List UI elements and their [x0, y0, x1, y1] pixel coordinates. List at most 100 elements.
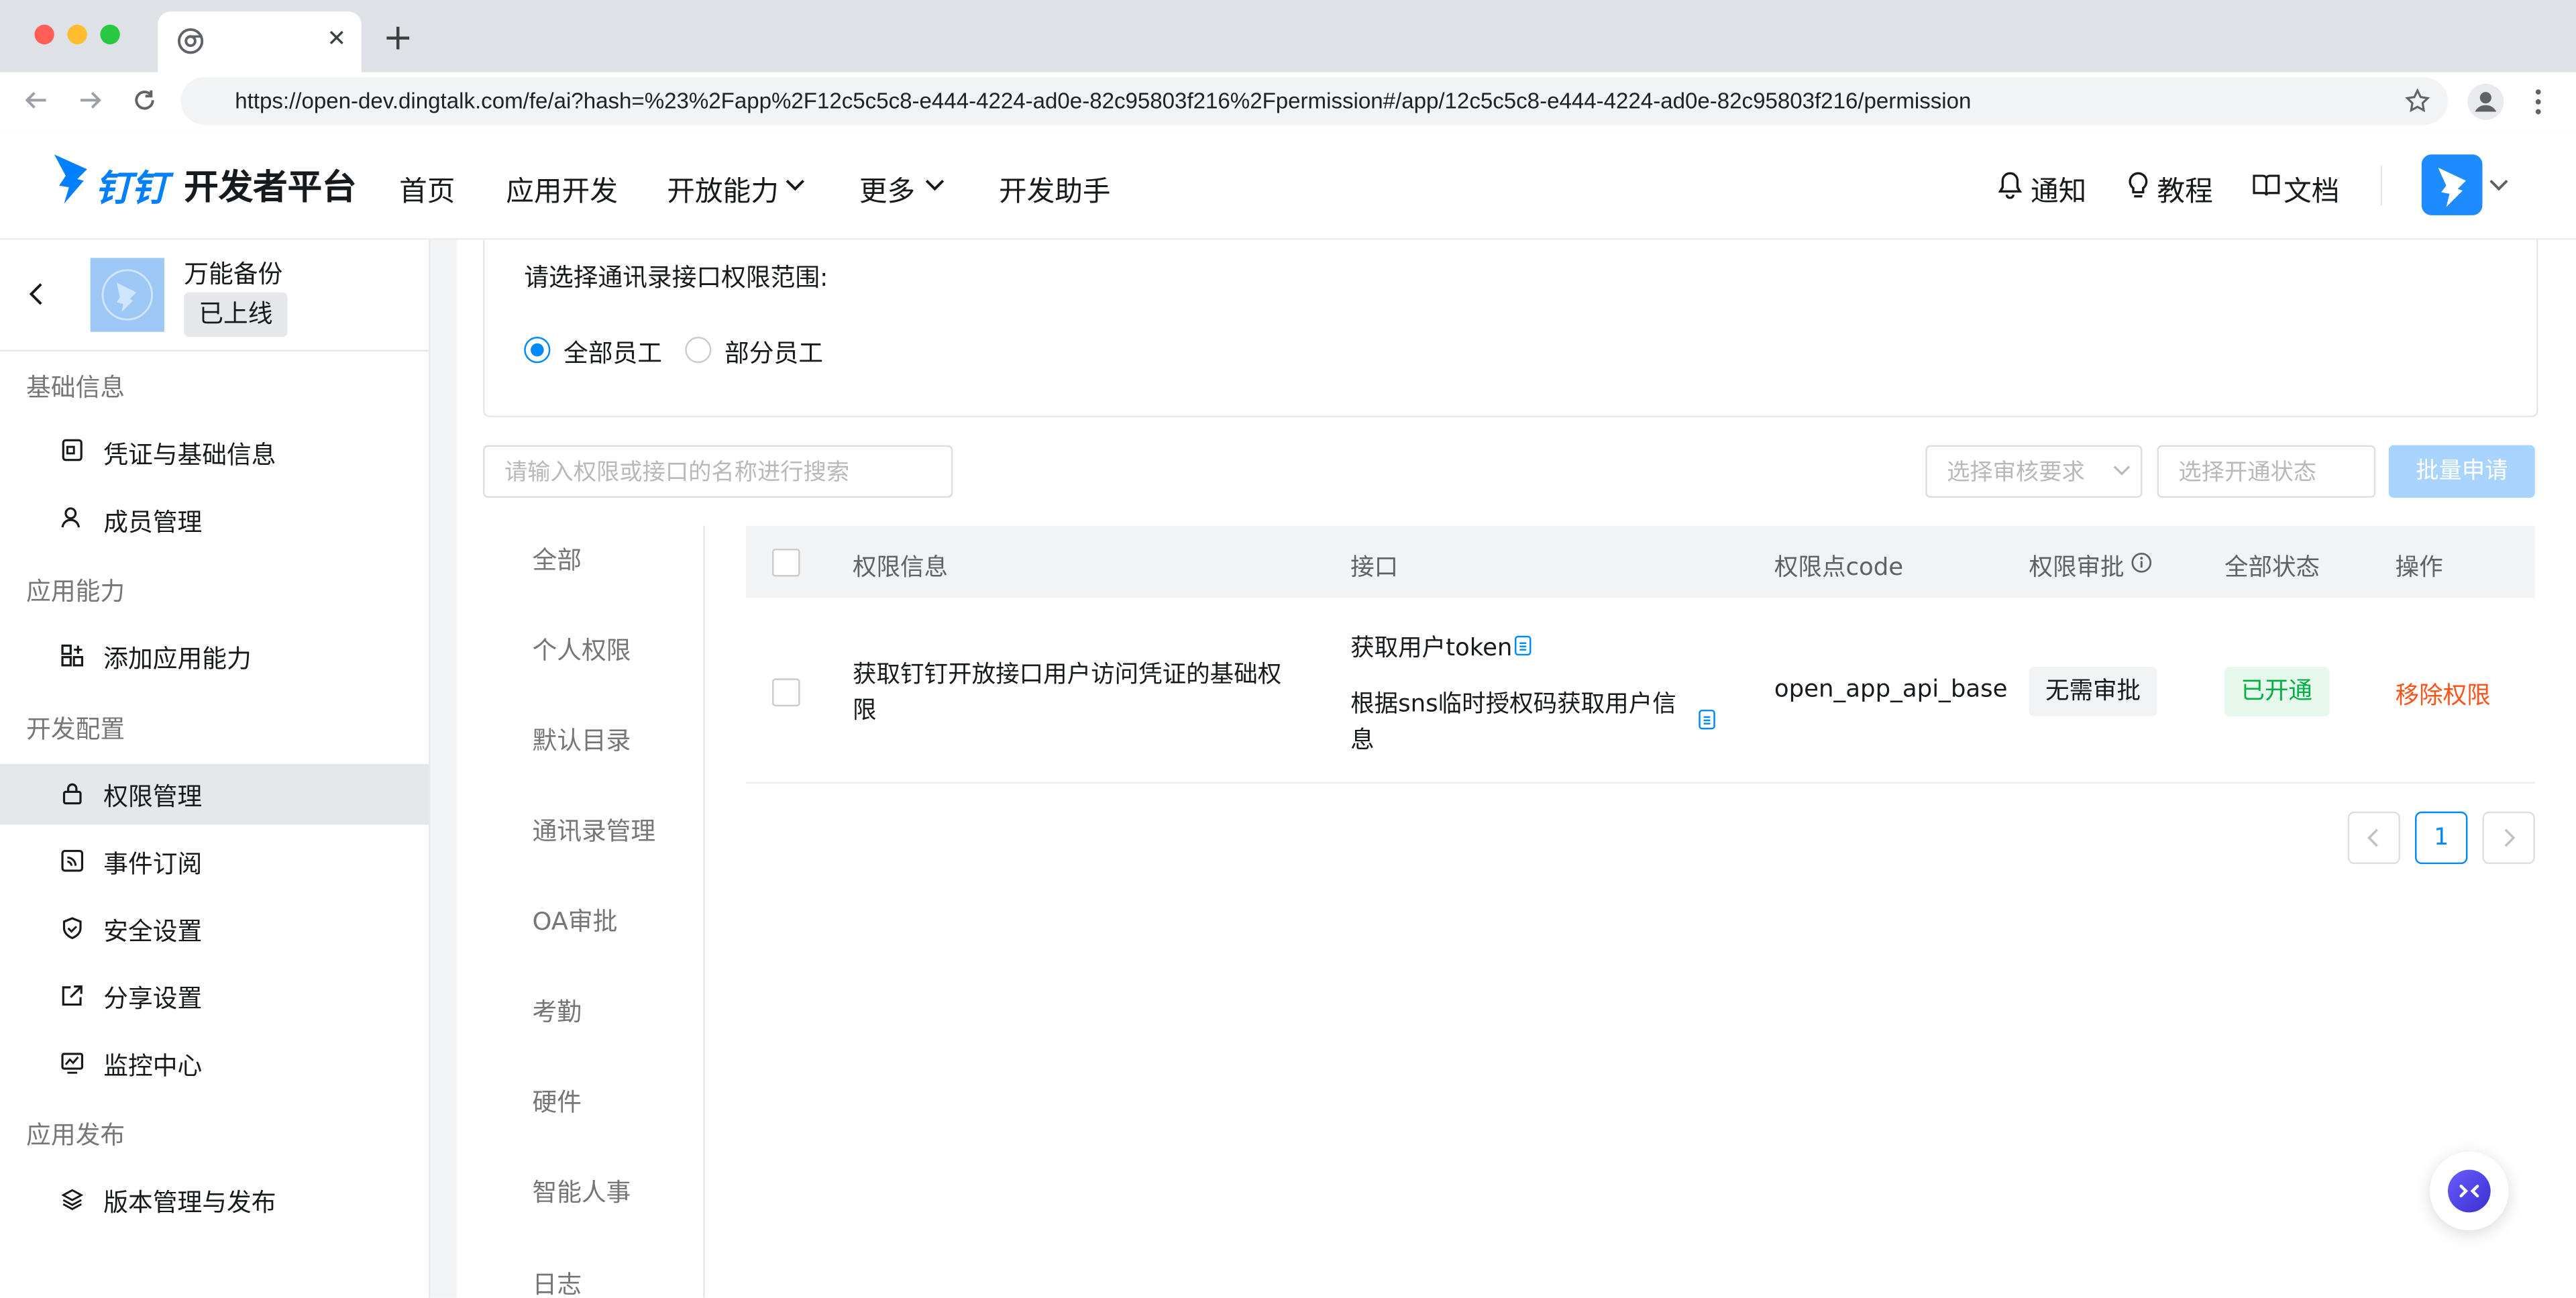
- chevron-down-icon: [2113, 466, 2131, 476]
- back-arrow-icon[interactable]: [23, 87, 49, 113]
- category-contacts[interactable]: 通讯录管理: [532, 813, 655, 847]
- sidebar-item-permissions[interactable]: 权限管理: [103, 779, 202, 813]
- book-icon: [2253, 174, 2280, 196]
- sidebar-divider: [0, 349, 429, 352]
- nav-app-dev[interactable]: 应用开发: [506, 168, 618, 209]
- select-all-checkbox[interactable]: [772, 548, 800, 577]
- sidebar-item-add-capability[interactable]: 添加应用能力: [103, 641, 251, 675]
- sidebar-item-share[interactable]: 分享设置: [103, 981, 202, 1015]
- api-link-token[interactable]: 获取用户token: [1350, 629, 1512, 663]
- column-header-action: 操作: [2395, 555, 2443, 582]
- search-input[interactable]: 请输入权限或接口的名称进行搜索: [483, 445, 953, 498]
- app-logo: [90, 258, 164, 332]
- audit-filter-select[interactable]: 选择审核要求: [1925, 445, 2143, 498]
- nav-dev-assistant[interactable]: 开发助手: [999, 168, 1111, 209]
- bookmark-star-icon[interactable]: [2404, 87, 2432, 115]
- nav-more[interactable]: 更多: [859, 168, 915, 209]
- radio-all-employees[interactable]: [524, 337, 551, 364]
- category-smart-hr[interactable]: 智能人事: [532, 1175, 631, 1209]
- url-text[interactable]: https://open-dev.dingtalk.com/fe/ai?hash…: [235, 89, 1971, 113]
- nav-home[interactable]: 首页: [399, 168, 455, 209]
- chrome-icon: [177, 28, 204, 54]
- sidebar-group-basic: 基础信息: [26, 372, 125, 403]
- user-avatar[interactable]: [2421, 154, 2483, 215]
- prev-page-button[interactable]: [2347, 811, 2400, 865]
- permission-code: open_app_api_base: [1774, 676, 2008, 704]
- layers-icon: [61, 1189, 84, 1211]
- radio-some-employees[interactable]: [685, 337, 712, 364]
- lightbulb-icon: [2129, 172, 2148, 198]
- scope-label: 请选择通讯录接口权限范围:: [524, 262, 828, 292]
- remove-permission-link[interactable]: 移除权限: [2396, 677, 2491, 711]
- sidebar-item-version-release[interactable]: 版本管理与发布: [103, 1185, 276, 1219]
- close-window-button[interactable]: [34, 24, 54, 45]
- dingtalk-logo-icon[interactable]: [51, 153, 91, 205]
- close-tab-icon[interactable]: ✕: [327, 26, 346, 52]
- batch-apply-button[interactable]: 批量申请: [2388, 445, 2535, 498]
- column-header-status[interactable]: 全部状态: [2224, 549, 2320, 583]
- share-icon: [62, 985, 83, 1006]
- logo-text[interactable]: 钉钉: [95, 160, 168, 212]
- assistant-fab[interactable]: [2430, 1151, 2509, 1231]
- assistant-icon: [2448, 1169, 2491, 1213]
- sidebar-item-security[interactable]: 安全设置: [103, 914, 202, 948]
- radio-some-employees-label[interactable]: 部分员工: [724, 335, 823, 370]
- category-oa[interactable]: OA审批: [532, 904, 617, 938]
- column-header-info: 权限信息: [853, 555, 949, 582]
- sidebar-item-monitor[interactable]: 监控中心: [103, 1048, 202, 1082]
- approval-badge: 无需审批: [2029, 667, 2157, 716]
- add-capability-icon: [61, 644, 84, 667]
- forward-arrow-icon[interactable]: [77, 87, 103, 113]
- lock-icon: [62, 783, 82, 805]
- minimize-window-button[interactable]: [67, 24, 87, 45]
- credential-icon: [62, 439, 83, 462]
- rss-icon: [61, 849, 84, 872]
- category-personal[interactable]: 个人权限: [532, 633, 631, 667]
- app-name: 万能备份: [184, 259, 283, 290]
- status-filter-select[interactable]: 选择开通状态: [2157, 445, 2376, 498]
- platform-name[interactable]: 开发者平台: [184, 161, 356, 210]
- chevron-right-icon: [2504, 828, 2516, 847]
- sidebar-item-credentials[interactable]: 凭证与基础信息: [103, 437, 276, 471]
- docs-link[interactable]: 文档: [2284, 168, 2339, 209]
- permission-info: 获取钉钉开放接口用户访问凭证的基础权限: [853, 661, 1282, 725]
- column-header-code: 权限点code: [1774, 555, 1904, 582]
- page-button-1[interactable]: 1: [2415, 811, 2468, 865]
- category-log[interactable]: 日志: [532, 1266, 582, 1298]
- chevron-down-icon[interactable]: [2489, 179, 2508, 193]
- chevron-down-icon: [786, 180, 804, 191]
- row-checkbox[interactable]: [772, 678, 800, 707]
- api-link-sns[interactable]: 根据sns临时授权码获取用户信息: [1350, 687, 1687, 759]
- sidebar-group-release: 应用发布: [26, 1120, 125, 1150]
- back-chevron-icon[interactable]: [28, 282, 44, 305]
- app-status-badge: 已上线: [184, 292, 288, 337]
- info-icon[interactable]: [2131, 552, 2152, 574]
- radio-all-employees-label[interactable]: 全部员工: [564, 335, 662, 370]
- notify-link[interactable]: 通知: [2031, 168, 2086, 209]
- chevron-left-icon: [2367, 828, 2378, 847]
- category-hardware[interactable]: 硬件: [532, 1084, 582, 1118]
- member-icon: [61, 507, 80, 528]
- status-badge: 已开通: [2224, 667, 2329, 716]
- browser-menu-icon[interactable]: [2530, 85, 2546, 118]
- doc-icon[interactable]: [1699, 709, 1715, 730]
- maximize-window-button[interactable]: [100, 24, 120, 45]
- next-page-button[interactable]: [2482, 811, 2535, 865]
- profile-avatar[interactable]: [2467, 83, 2504, 120]
- app-logo-icon: [101, 269, 154, 321]
- reload-icon[interactable]: [131, 87, 158, 113]
- category-divider: [703, 525, 705, 1298]
- tutorial-link[interactable]: 教程: [2157, 168, 2213, 209]
- sidebar-item-members[interactable]: 成员管理: [103, 504, 202, 539]
- new-tab-button[interactable]: +: [383, 18, 413, 59]
- browser-tab[interactable]: ✕: [158, 11, 362, 72]
- bell-icon: [1998, 172, 2023, 199]
- chevron-down-icon: [925, 180, 945, 191]
- nav-open-capability[interactable]: 开放能力: [667, 168, 779, 209]
- shield-icon: [62, 917, 82, 940]
- category-default-dir[interactable]: 默认目录: [532, 723, 631, 757]
- sidebar-item-events[interactable]: 事件订阅: [103, 846, 202, 880]
- category-attendance[interactable]: 考勤: [532, 994, 582, 1028]
- category-all[interactable]: 全部: [532, 542, 582, 576]
- doc-icon[interactable]: [1514, 635, 1532, 656]
